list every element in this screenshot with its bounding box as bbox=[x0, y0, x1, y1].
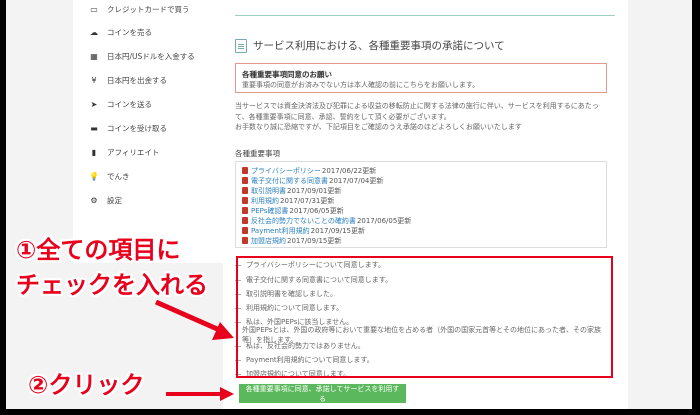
annotation-step1-line2: チェックを入れる bbox=[16, 271, 208, 299]
arrow-to-button bbox=[166, 387, 234, 401]
annotation-step2: ②クリック bbox=[28, 371, 145, 399]
arrow-to-checkboxes bbox=[154, 299, 234, 340]
app-frame: ▭ クレジットカードで買う ☁ コインを売る ▦ 日本円/USドルを入金する ¥… bbox=[6, 0, 692, 409]
annotation-step1-line1: ①全ての項目に bbox=[16, 236, 181, 264]
annotation-arrows bbox=[154, 299, 234, 401]
